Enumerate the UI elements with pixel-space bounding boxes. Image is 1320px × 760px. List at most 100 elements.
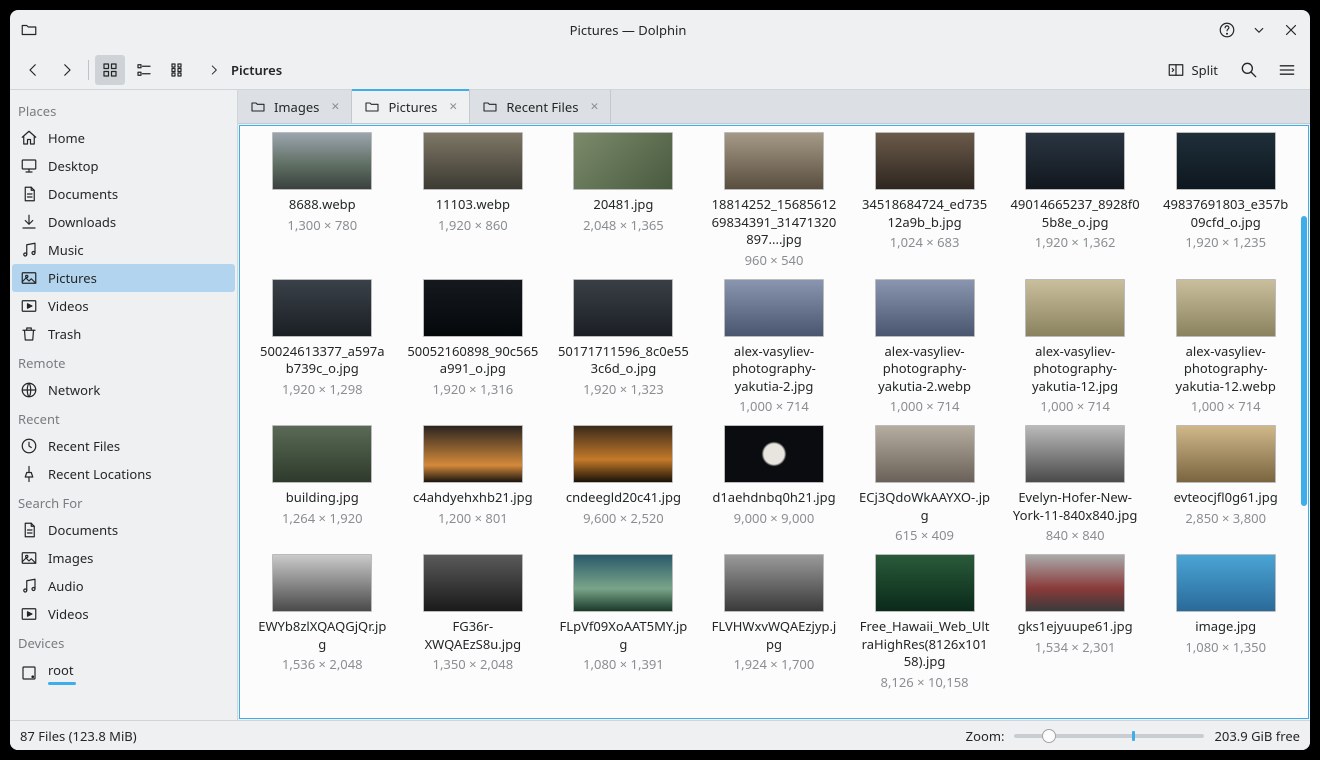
thumbnail	[875, 554, 975, 612]
file-item[interactable]: alex-vasyliev-photography-yakutia-2.jpg1…	[700, 277, 849, 418]
view-details-button[interactable]	[163, 55, 193, 85]
file-item[interactable]: FG36r-XWQAEzS8u.jpg1,350 × 2,048	[399, 552, 548, 693]
file-item[interactable]: ECj3QdoWkAAYXO-.jpg615 × 409	[850, 423, 999, 546]
tab-close-icon[interactable]: ×	[331, 97, 339, 116]
file-item[interactable]: c4ahdyehxhb21.jpg1,200 × 801	[399, 423, 548, 546]
file-view[interactable]: 8688.webp1,300 × 78011103.webp1,920 × 86…	[239, 125, 1309, 719]
sidebar-item-videos[interactable]: Videos	[12, 292, 235, 320]
file-item[interactable]: 49014665237_8928f05b8e_o.jpg1,920 × 1,36…	[1001, 130, 1150, 271]
file-dimensions: 1,920 × 1,316	[433, 380, 514, 398]
tab-close-icon[interactable]: ×	[590, 97, 598, 116]
file-item[interactable]: 18814252_1568561269834391_31471320897...…	[700, 130, 849, 271]
tab-close-icon[interactable]: ×	[449, 97, 457, 116]
tab-images[interactable]: Images ×	[238, 90, 352, 123]
file-name: 34518684724_ed73512a9b_b.jpg	[859, 196, 991, 231]
file-item[interactable]: 50052160898_90c565a991_o.jpg 1,920 × 1,31…	[399, 277, 548, 418]
sidebar-item-root[interactable]: root	[12, 656, 235, 690]
view-compact-button[interactable]	[129, 55, 159, 85]
file-item[interactable]: 49837691803_e357b09cfd_o.jpg1,920 × 1,23…	[1151, 130, 1300, 271]
file-item[interactable]: evteocjfl0g61.jpg2,850 × 3,800	[1151, 423, 1300, 546]
minimize-icon[interactable]	[1250, 21, 1268, 39]
tab-label: Images	[274, 98, 319, 116]
file-item[interactable]: 20481.jpg2,048 × 1,365	[549, 130, 698, 271]
file-name: 18814252_1568561269834391_31471320897...…	[708, 196, 840, 249]
thumbnail	[423, 425, 523, 483]
file-item[interactable]: 50171711596_8c0e553c6d_o.jpg1,920 × 1,32…	[549, 277, 698, 418]
back-button[interactable]	[18, 55, 48, 85]
file-item[interactable]: alex-vasyliev-photography-yakutia-12.jpg…	[1001, 277, 1150, 418]
search-button[interactable]	[1234, 55, 1264, 85]
sidebar-header-recent: Recent	[10, 404, 237, 432]
file-item[interactable]: 34518684724_ed73512a9b_b.jpg1,024 × 683	[850, 130, 999, 271]
trash-icon	[20, 325, 38, 343]
sidebar-item-home[interactable]: Home	[12, 124, 235, 152]
titlebar[interactable]: Pictures — Dolphin	[10, 10, 1310, 50]
thumbnail	[875, 425, 975, 483]
zoom-handle[interactable]	[1042, 729, 1056, 743]
documents-icon	[20, 185, 38, 203]
file-item[interactable]: alex-vasyliev-photography-yakutia-2.webp…	[850, 277, 999, 418]
zoom-slider[interactable]	[1014, 734, 1204, 738]
file-item[interactable]: alex-vasyliev-photography-yakutia-12.web…	[1151, 277, 1300, 418]
thumbnail	[423, 132, 523, 190]
file-dimensions: 1,300 × 780	[287, 216, 357, 234]
file-name: 50052160898_90c565a991_o.jpg	[407, 343, 539, 378]
sidebar-item-audio[interactable]: Audio	[12, 572, 235, 600]
sidebar-item-network[interactable]: Network	[12, 376, 235, 404]
help-icon[interactable]	[1218, 21, 1236, 39]
file-item[interactable]: EWYb8zlXQAQGjQr.jpg1,536 × 2,048	[248, 552, 397, 693]
view-icons-button[interactable]	[95, 55, 125, 85]
file-name: evteocjfl0g61.jpg	[1174, 489, 1278, 507]
sidebar-header-devices: Devices	[10, 628, 237, 656]
file-name: 11103.webp	[436, 196, 510, 214]
file-dimensions: 1,080 × 1,391	[583, 655, 664, 673]
forward-button[interactable]	[52, 55, 82, 85]
file-dimensions: 1,920 × 1,323	[583, 380, 664, 398]
sidebar-item-trash[interactable]: Trash	[12, 320, 235, 348]
sidebar-item-downloads[interactable]: Downloads	[12, 208, 235, 236]
sidebar-item-pictures[interactable]: Pictures	[12, 264, 235, 292]
file-item[interactable]: 50024613377_a597ab739c_o.jpg1,920 × 1,29…	[248, 277, 397, 418]
close-icon[interactable]	[1282, 21, 1300, 39]
split-button[interactable]: Split	[1159, 57, 1226, 83]
sidebar-item-label: root	[48, 661, 74, 679]
file-name: Evelyn-Hofer-New-York-11-840x840.jpg	[1009, 489, 1141, 524]
thumbnail	[875, 279, 975, 337]
file-dimensions: 9,000 × 9,000	[734, 509, 815, 527]
breadcrumb[interactable]: Pictures	[207, 61, 282, 79]
thumbnail	[573, 132, 673, 190]
file-item[interactable]: gks1ejyuupe61.jpg1,534 × 2,301	[1001, 552, 1150, 693]
sidebar-item-documents[interactable]: Documents	[12, 516, 235, 544]
sidebar-item-videos[interactable]: Videos	[12, 600, 235, 628]
sidebar-item-label: Home	[48, 129, 85, 147]
file-name: ECj3QdoWkAAYXO-.jpg	[859, 489, 991, 524]
file-dimensions: 1,264 × 1,920	[282, 509, 363, 527]
file-item[interactable]: FLVHWxvWQAEzjyp.jpg1,924 × 1,700	[700, 552, 849, 693]
file-item[interactable]: Free_Hawaii_Web_UltraHighRes(8126x10158)…	[850, 552, 999, 693]
menu-button[interactable]	[1272, 55, 1302, 85]
sidebar-item-images[interactable]: Images	[12, 544, 235, 572]
sidebar-item-recent-locations[interactable]: Recent Locations	[12, 460, 235, 488]
file-item[interactable]: Evelyn-Hofer-New-York-11-840x840.jpg840 …	[1001, 423, 1150, 546]
file-item[interactable]: 11103.webp1,920 × 860	[399, 130, 548, 271]
downloads-icon	[20, 213, 38, 231]
file-item[interactable]: cndeegld20c41.jpg9,600 × 2,520	[549, 423, 698, 546]
sidebar-item-documents[interactable]: Documents	[12, 180, 235, 208]
file-dimensions: 1,924 × 1,700	[734, 655, 815, 673]
zoom-tick-icon	[1132, 731, 1135, 741]
tab-recent-files[interactable]: Recent Files×	[470, 90, 611, 123]
file-item[interactable]: FLpVf09XoAAT5MY.jpg1,080 × 1,391	[549, 552, 698, 693]
file-item[interactable]: 8688.webp1,300 × 780	[248, 130, 397, 271]
tab-pictures[interactable]: Pictures×	[352, 90, 470, 123]
scrollbar[interactable]	[1301, 216, 1307, 506]
sidebar-item-label: Documents	[48, 185, 118, 203]
file-item[interactable]: building.jpg1,264 × 1,920	[248, 423, 397, 546]
sidebar-item-recent-files[interactable]: Recent Files	[12, 432, 235, 460]
file-item[interactable]: image.jpg1,080 × 1,350	[1151, 552, 1300, 693]
sidebar-item-desktop[interactable]: Desktop	[12, 152, 235, 180]
window: Pictures — Dolphin Pictures Split Pl	[10, 10, 1310, 750]
file-name: gks1ejyuupe61.jpg	[1018, 618, 1133, 636]
file-name: cndeegld20c41.jpg	[566, 489, 681, 507]
sidebar-item-music[interactable]: Music	[12, 236, 235, 264]
file-item[interactable]: d1aehdnbq0h21.jpg9,000 × 9,000	[700, 423, 849, 546]
